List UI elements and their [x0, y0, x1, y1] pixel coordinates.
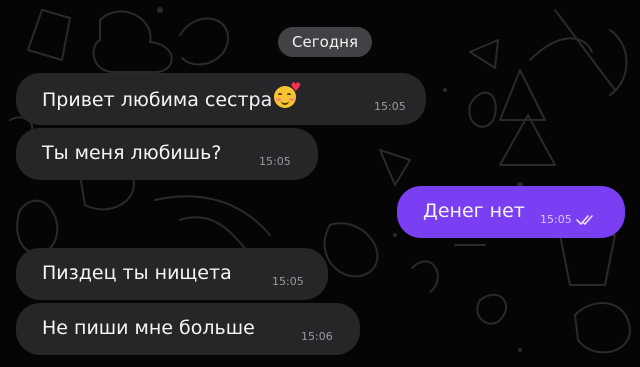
- message-time: 15:05: [259, 155, 291, 168]
- message-time-text: 15:05: [540, 213, 572, 226]
- date-separator: Сегодня: [278, 27, 372, 57]
- message-time: 15:05: [540, 213, 594, 226]
- message-bubble-incoming[interactable]: Ты меня любишь? 15:05: [16, 128, 318, 180]
- message-time: 15:05: [272, 275, 304, 288]
- message-time: 15:05: [374, 100, 406, 113]
- double-check-read-icon: [575, 215, 593, 225]
- message-text: Пиздец ты нищета: [42, 262, 232, 284]
- message-text: Денег нет: [423, 200, 525, 222]
- smiling-face-with-hearts-icon: ♥: [274, 81, 301, 108]
- message-text-content: Привет любима сестра: [42, 89, 273, 111]
- message-bubble-outgoing[interactable]: Денег нет 15:05: [397, 186, 625, 238]
- message-time: 15:06: [301, 330, 333, 343]
- message-bubble-incoming[interactable]: Привет любима сестра ♥ 15:05: [16, 73, 426, 125]
- message-text: Не пиши мне больше: [42, 317, 255, 339]
- message-bubble-incoming[interactable]: Не пиши мне больше 15:06: [16, 303, 360, 355]
- message-text: Привет любима сестра ♥: [42, 81, 301, 112]
- message-text: Ты меня любишь?: [42, 142, 222, 164]
- message-bubble-incoming[interactable]: Пиздец ты нищета 15:05: [16, 248, 328, 300]
